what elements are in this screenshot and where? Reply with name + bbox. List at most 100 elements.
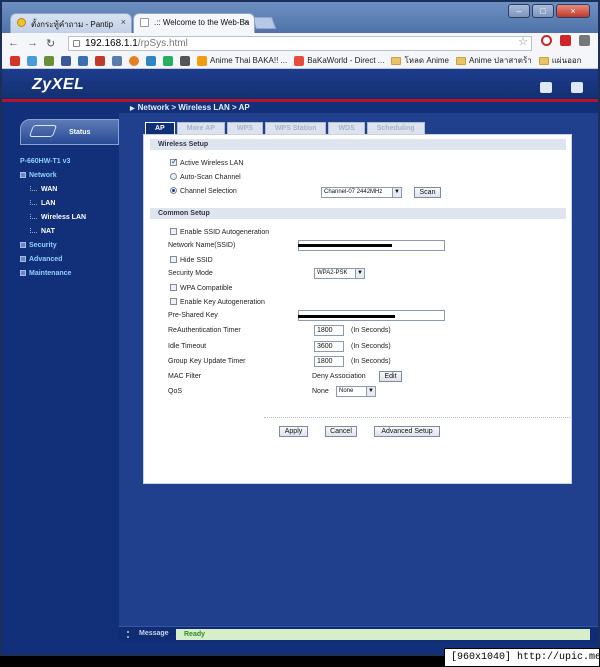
bookmark-icon[interactable] [95,55,105,66]
back-icon[interactable]: ← [8,37,19,49]
scan-button[interactable]: Scan [414,187,441,198]
status-tab[interactable]: Status [20,119,119,145]
advanced-setup-button[interactable]: Advanced Setup [374,426,440,437]
tab-strip: ตั้งกระทู้คำถาม - Pantip × .:: Welcome t… [2,2,598,33]
bookmark-anime-thai-baka[interactable]: Anime Thai BAKA!! ... [197,55,287,66]
menu-icon[interactable] [579,35,590,46]
checkbox-label: Enable SSID Autogeneration [180,229,270,236]
menu-item-wireless-lan[interactable]: Wireless LAN [20,214,119,228]
bookmark-icon[interactable] [129,55,139,66]
bookmark-icon[interactable] [112,55,122,66]
bookmark-bakaworld[interactable]: BaKaWorld - Direct ... [294,55,385,66]
tab-more-ap[interactable]: More AP [176,122,225,134]
enable-ssid-autogen-checkbox[interactable]: Enable SSID Autogeneration [170,228,269,236]
bookmark-icon[interactable] [163,55,173,66]
reload-icon[interactable]: ↻ [46,37,55,50]
checkbox[interactable] [170,256,177,263]
extension-icons [541,35,590,46]
checkbox[interactable] [170,228,177,235]
close-tab-icon[interactable]: × [244,17,249,27]
channel-select[interactable]: Channel-07 2442MHz ▼ [321,187,402,198]
wireless-setup-header: Wireless Setup [150,139,566,150]
tab-wps[interactable]: WPS [226,122,263,134]
group-key-timer-input[interactable]: 1800 [314,356,344,367]
chevron-down-icon: ▼ [366,387,375,396]
bookmark-star-icon[interactable]: ☆ [518,36,528,49]
new-tab-button[interactable] [251,17,277,29]
breadcrumb-text: Network > Wireless LAN > AP [137,103,250,112]
tab-pantip[interactable]: ตั้งกระทู้คำถาม - Pantip × [10,13,132,33]
chevron-down-icon: ▼ [392,188,401,197]
form-divider [264,417,570,418]
channel-selection-radio[interactable]: Channel Selection [170,187,237,195]
bookmark-icon[interactable] [180,55,190,66]
bookmarks-bar: Anime Thai BAKA!! ... BaKaWorld - Direct… [2,53,598,69]
address-bar[interactable]: 192.168.1.1/rpSys.html ☆ [68,36,532,51]
forward-icon[interactable]: → [27,37,38,49]
menu-item-wan[interactable]: WAN [20,186,119,200]
radio[interactable] [170,173,177,180]
mac-filter-value: Deny Association [312,373,366,380]
close-window-button[interactable]: × [556,4,590,18]
menu-maintenance[interactable]: Maintenance [20,270,119,284]
bookmark-icon[interactable] [146,55,156,66]
idle-timeout-input[interactable]: 3600 [314,341,344,352]
menu-security[interactable]: Security [20,242,119,256]
folder-icon [391,56,402,65]
address-path: /rpSys.html [137,38,188,49]
browser-toolbar: ← → ↻ 192.168.1.1/rpSys.html ☆ [2,33,598,53]
collapse-icon [20,172,26,178]
security-mode-select[interactable]: WPA2-PSK ▼ [314,268,365,279]
message-bar: Message Ready [119,626,598,642]
twitter-bookmark-icon[interactable] [27,55,37,66]
browser-window: ตั้งกระทู้คำถาม - Pantip × .:: Welcome t… [0,0,600,656]
bookmark-folder[interactable]: โหลด Anime [391,54,449,67]
menu-network[interactable]: Network [20,172,119,186]
checkbox[interactable] [170,298,177,305]
checkbox-label: WPA Compatible [180,285,233,292]
radio[interactable] [170,187,177,194]
menu-advanced[interactable]: Advanced [20,256,119,270]
qos-select[interactable]: None ▼ [336,386,376,397]
g-bookmark-icon[interactable] [44,55,54,66]
logout-icon[interactable] [571,82,583,93]
bookmark-label: BaKaWorld - Direct ... [307,56,385,65]
tab-scheduling[interactable]: Scheduling [366,122,425,134]
tab-ap[interactable]: AP [145,122,175,134]
left-menu-panel: Status P-660HW-T1 v3 Network WAN LAN Wir… [2,113,119,654]
wizard-icon[interactable] [540,82,552,93]
close-tab-icon[interactable]: × [121,17,126,27]
menu-label: Security [29,242,57,249]
checkbox[interactable] [170,284,177,291]
enable-key-autogen-checkbox[interactable]: Enable Key Autogeneration [170,298,265,306]
active-wireless-lan-checkbox[interactable]: Active Wireless LAN [170,157,243,167]
cancel-button[interactable]: Cancel [325,426,357,437]
tab-wds[interactable]: WDS [328,122,365,134]
wpa-compatible-checkbox[interactable]: WPA Compatible [170,284,232,292]
mac-filter-edit-button[interactable]: Edit [379,371,402,382]
auto-scan-radio[interactable]: Auto-Scan Channel [170,173,241,181]
network-name-label: Network Name(SSID) [168,242,236,249]
minimize-button[interactable]: – [508,4,530,18]
tab-wps-station[interactable]: WPS Station [264,122,327,134]
folder-icon [538,56,549,65]
bookmark-folder[interactable]: แผ่นออก [538,54,582,67]
radio-label: Channel Selection [180,188,237,195]
menu-item-lan[interactable]: LAN [20,200,119,214]
hide-ssid-checkbox[interactable]: Hide SSID [170,256,213,264]
menu-item-nat[interactable]: NAT [20,228,119,242]
reauth-timer-input[interactable]: 1800 [314,325,344,336]
tab-router[interactable]: .:: Welcome to the Web-Ba × [133,13,255,33]
select-value: None [339,388,354,394]
youtube-bookmark-icon[interactable] [10,55,20,66]
youtube-extension-icon[interactable] [560,35,571,46]
bookmark-icon[interactable] [78,55,88,66]
facebook-bookmark-icon[interactable] [61,55,71,66]
bookmark-folder[interactable]: Anime ปลาสาตร้า [456,54,532,67]
maximize-button[interactable]: □ [532,4,554,18]
address-host: 192.168.1.1 [85,38,138,49]
reauth-timer-label: ReAuthentication Timer [168,327,241,334]
apply-button[interactable]: Apply [279,426,308,437]
opera-extension-icon[interactable] [541,35,552,46]
checkbox[interactable] [170,157,178,166]
